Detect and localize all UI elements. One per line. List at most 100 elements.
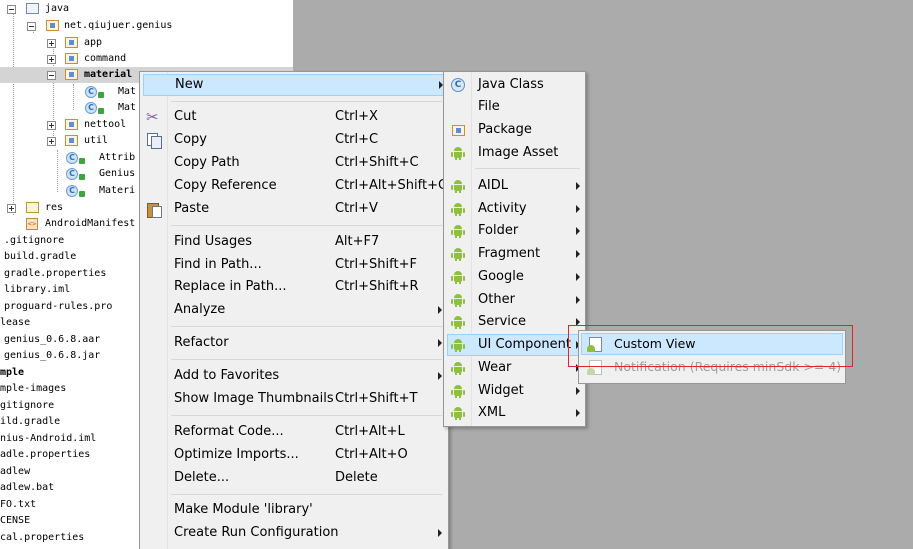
menu-item-copy[interactable]: Copy Ctrl+C <box>143 129 445 151</box>
android-icon <box>451 146 465 160</box>
menu-item-label: Show Image Thumbnails <box>174 391 334 406</box>
submenu-arrow-icon <box>576 409 580 417</box>
tree-item-label: FO.txt <box>0 499 37 510</box>
menu-item-label: Find Usages <box>174 234 253 249</box>
new-item-service[interactable]: Service <box>447 311 581 333</box>
menu-separator <box>171 101 442 102</box>
menu-item-label: Wear <box>478 360 512 375</box>
menu-item-label: Java Class <box>478 77 544 92</box>
new-item-ui-component[interactable]: UI Component <box>447 334 581 356</box>
new-item-other[interactable]: Other <box>447 289 581 311</box>
menu-item-analyze[interactable]: Analyze <box>143 299 445 321</box>
menu-item-label: Other <box>478 292 515 307</box>
menu-item-shortcut: Alt+F7 <box>335 234 380 249</box>
menu-item-optimize-imports[interactable]: Optimize Imports... Ctrl+Alt+O <box>143 444 445 466</box>
menu-item-show-image-thumbnails[interactable]: Show Image Thumbnails Ctrl+Shift+T <box>143 388 445 410</box>
tree-item-command[interactable]: command <box>0 51 293 67</box>
android-icon <box>451 179 465 193</box>
menu-item-copy-reference[interactable]: Copy Reference Ctrl+Alt+Shift+C <box>143 175 447 197</box>
new-item-aidl[interactable]: AIDL <box>447 175 581 197</box>
menu-item-reformat-code[interactable]: Reformat Code... Ctrl+Alt+L <box>143 421 445 443</box>
menu-item-label: Package <box>478 122 532 137</box>
menu-item-label: Google <box>478 269 524 284</box>
submenu-arrow-icon <box>576 250 580 258</box>
tree-item-app[interactable]: app <box>0 35 293 51</box>
expand-icon[interactable] <box>47 55 56 64</box>
new-item-wear[interactable]: Wear <box>447 357 581 379</box>
tree-item-label: genius_0.6.8.jar <box>4 350 101 361</box>
submenu-arrow-icon <box>438 372 442 380</box>
expand-icon[interactable] <box>47 39 56 48</box>
menu-item-copy-path[interactable]: Copy Path Ctrl+Shift+C <box>143 152 445 174</box>
new-item-package[interactable]: Package <box>447 119 581 141</box>
tree-item-label: material <box>84 69 133 80</box>
collapse-icon[interactable] <box>47 71 56 80</box>
menu-separator <box>171 415 442 416</box>
android-icon <box>451 270 465 284</box>
tree-item-label: CENSE <box>0 515 31 526</box>
tree-item-label: Attrib <box>99 152 136 163</box>
lock-icon <box>98 92 104 98</box>
collapse-icon[interactable] <box>7 5 16 14</box>
menu-item-find-usages[interactable]: Find Usages Alt+F7 <box>143 231 445 253</box>
menu-item-label: Paste <box>174 201 210 216</box>
package-icon <box>65 69 78 80</box>
expand-icon[interactable] <box>47 137 56 146</box>
menu-item-label: Delete... <box>174 470 230 485</box>
menu-item-label: Reformat Code... <box>174 424 284 439</box>
android-icon <box>451 361 465 375</box>
menu-item-label: UI Component <box>478 337 571 352</box>
menu-item-shortcut: Ctrl+Shift+T <box>335 391 418 406</box>
package-icon <box>46 20 59 31</box>
menu-item-replace-in-path[interactable]: Replace in Path... Ctrl+Shift+R <box>143 276 445 298</box>
tree-item-label: ild.gradle <box>0 416 61 427</box>
tree-item-label: Materi <box>99 185 136 196</box>
new-item-fragment[interactable]: Fragment <box>447 243 581 265</box>
tree-item-java[interactable]: java <box>0 1 293 17</box>
menu-item-shortcut: Ctrl+C <box>335 132 379 147</box>
expand-icon[interactable] <box>7 204 16 213</box>
new-item-widget[interactable]: Widget <box>447 380 581 402</box>
menu-item-create-run-configuration[interactable]: Create Run Configuration <box>143 522 445 544</box>
java-class-icon: C <box>451 78 465 92</box>
menu-item-label: AIDL <box>478 178 508 193</box>
menu-item-paste[interactable]: Paste Ctrl+V <box>143 198 445 220</box>
menu-item-add-to-favorites[interactable]: Add to Favorites <box>143 365 445 387</box>
menu-item-new[interactable]: New <box>143 74 445 96</box>
android-icon <box>451 384 465 398</box>
new-item-activity[interactable]: Activity <box>447 198 581 220</box>
new-item-java-class[interactable]: C Java Class <box>447 74 581 96</box>
new-item-xml[interactable]: XML <box>447 402 581 424</box>
new-submenu: C Java Class File Package Image Asset AI… <box>443 71 586 427</box>
submenu-arrow-icon <box>576 296 580 304</box>
expand-icon[interactable] <box>47 121 56 130</box>
menu-item-refactor[interactable]: Refactor <box>143 332 445 354</box>
submenu-arrow-icon <box>438 306 442 314</box>
android-icon <box>451 224 465 238</box>
menu-separator <box>171 359 442 360</box>
new-item-image-asset[interactable]: Image Asset <box>447 142 581 164</box>
menu-item-label: Refactor <box>174 335 229 350</box>
new-item-folder[interactable]: Folder <box>447 220 581 242</box>
new-item-file[interactable]: File <box>447 96 581 118</box>
tree-item-label: lease <box>0 317 31 328</box>
xml-file-icon: <> <box>26 218 38 230</box>
annotation-highlight-box <box>568 325 853 367</box>
submenu-arrow-icon <box>576 227 580 235</box>
copy-icon <box>147 133 162 149</box>
collapse-icon[interactable] <box>27 22 36 31</box>
menu-item-delete[interactable]: Delete... Delete <box>143 467 445 489</box>
menu-item-shortcut: Ctrl+Alt+O <box>335 447 408 462</box>
menu-item-label: Find in Path... <box>174 257 262 272</box>
new-item-google[interactable]: Google <box>447 266 581 288</box>
menu-item-make-module[interactable]: Make Module 'library' <box>143 499 445 521</box>
submenu-arrow-icon <box>438 339 442 347</box>
tree-item-label: adle.properties <box>0 449 91 460</box>
tree-item-label: mple <box>0 367 25 378</box>
menu-item-cut[interactable]: ✂ Cut Ctrl+X <box>143 106 445 128</box>
tree-item-net-qiujuer-genius[interactable]: net.qiujuer.genius <box>0 18 293 34</box>
submenu-arrow-icon <box>576 182 580 190</box>
menu-item-find-in-path[interactable]: Find in Path... Ctrl+Shift+F <box>143 254 445 276</box>
lock-icon <box>79 174 85 180</box>
menu-item-label: Create Run Configuration <box>174 525 339 540</box>
